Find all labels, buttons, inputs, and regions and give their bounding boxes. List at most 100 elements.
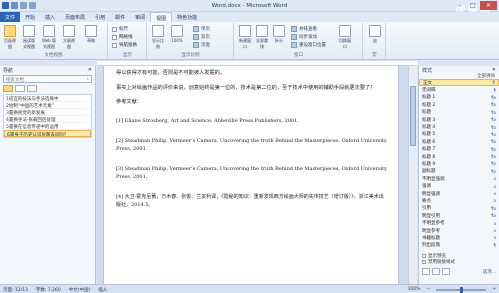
outline-button[interactable]: 大纲视图 — [62, 25, 76, 50]
style-item[interactable]: 不明显参考 a — [419, 219, 499, 227]
style-item[interactable]: 要点 a — [419, 197, 499, 204]
style-item[interactable]: 无间隔 ¶ — [419, 86, 499, 94]
minimize-button[interactable]: – — [454, 1, 466, 10]
options-link[interactable]: 选项... — [483, 269, 496, 275]
split-button[interactable]: 拆分 — [272, 25, 286, 44]
zoom-in-icon[interactable]: + — [492, 287, 496, 292]
tab-pages[interactable] — [15, 85, 25, 92]
style-name: 要点 — [422, 198, 431, 204]
style-item[interactable]: 明显强调 a — [419, 190, 499, 197]
reset-window-button[interactable]: 重设窗口位置 — [291, 42, 326, 48]
manage-styles-icon[interactable] — [442, 268, 450, 275]
style-name: 无间隔 — [422, 88, 436, 94]
vertical-scrollbar[interactable] — [408, 66, 417, 284]
language[interactable]: 中文(中国) — [69, 287, 91, 293]
page-count[interactable]: 页面: 13/13 — [3, 287, 28, 293]
print-layout-button[interactable]: 页面视图 — [3, 25, 17, 50]
disable-linked-checkbox[interactable]: 禁用链接样式 — [422, 259, 455, 265]
style-item[interactable]: 明显参考 a — [419, 227, 499, 234]
scroll-thumb[interactable] — [410, 86, 416, 146]
reading-layout-button[interactable]: 阅读版式视图 — [22, 25, 36, 50]
heading-item[interactable]: 2绘制“中国的艺术元素” — [4, 102, 91, 109]
style-item[interactable]: 标题 7 ¶a — [419, 146, 499, 153]
word-count[interactable]: 字数: 7,260 — [36, 287, 61, 293]
tab-headings[interactable] — [3, 85, 13, 92]
nav-search-input[interactable]: 搜索文档 ⌕ — [3, 75, 92, 83]
close-icon[interactable]: ✕ — [492, 67, 496, 73]
heading-item[interactable]: 1适宜的技法与手法选择中 — [4, 95, 91, 102]
gridlines-checkbox[interactable]: 网格线 — [112, 34, 133, 40]
heading-item[interactable]: 6置身于历史认识层面去问吗？ — [4, 130, 91, 137]
zoom-out-icon[interactable]: − — [426, 287, 430, 292]
ribbon-tabs: 文件 开始 插入 页面布局 引用 邮件 审阅 视图 特色功能 — [0, 12, 499, 22]
style-item[interactable]: 不明显强调 a — [419, 175, 499, 182]
new-style-icon[interactable] — [422, 268, 430, 275]
search-icon[interactable]: ⌕ — [86, 76, 89, 82]
style-inspector-icon[interactable] — [432, 268, 440, 275]
tab-3[interactable]: 页面布局 — [60, 12, 90, 22]
checkbox-icon — [112, 26, 117, 32]
style-item[interactable]: 标题 1 ¶a — [419, 94, 499, 101]
style-item[interactable]: 标题 3 ¶a — [419, 116, 499, 123]
style-item[interactable]: 强调 a — [419, 182, 499, 190]
heading-item[interactable]: 5置换在信息传递中的运用 — [4, 123, 91, 130]
tab-4[interactable]: 引用 — [90, 12, 110, 22]
heading-item[interactable]: 3置换视觉的新发展 — [4, 109, 91, 116]
style-item[interactable]: 标题 ¶a — [419, 109, 499, 116]
zoom-slider[interactable] — [436, 286, 487, 293]
style-item[interactable]: 标题 8 ¶a — [419, 153, 499, 160]
styles-buttons — [422, 268, 450, 275]
style-item[interactable]: 标题 6 ¶a — [419, 138, 499, 145]
style-item[interactable]: 列出段落 ¶ — [419, 242, 499, 249]
sync-scroll-button[interactable]: 同步滚动 — [291, 34, 317, 40]
tab-2[interactable]: 插入 — [40, 12, 60, 22]
zoom-level[interactable]: 100% — [408, 287, 421, 292]
style-type-icon: ¶a — [491, 117, 496, 123]
draft-button[interactable]: 草稿 — [84, 25, 98, 44]
tab-5[interactable]: 邮件 — [110, 12, 130, 22]
style-item[interactable]: 正文 ¶ — [419, 79, 499, 87]
close-button[interactable]: ✕ — [480, 1, 497, 10]
style-item[interactable]: 书籍标题 a — [419, 234, 499, 241]
style-item[interactable]: 引用 ¶a — [419, 205, 499, 212]
nav-pane-checkbox[interactable]: 导航窗格 — [112, 42, 137, 48]
one-page-button[interactable]: 单页 — [193, 26, 210, 32]
zoom-thumb[interactable] — [459, 286, 463, 293]
tab-results[interactable] — [27, 85, 37, 92]
maximize-button[interactable]: □ — [467, 1, 479, 10]
page-width-button[interactable]: 页宽 — [193, 42, 210, 48]
arrange-all-button[interactable]: 全部重排 — [255, 25, 269, 50]
ruler-checkbox[interactable]: 标尺 — [112, 26, 128, 32]
style-item[interactable]: 标题 5 ¶a — [419, 131, 499, 138]
tab-0[interactable]: 文件 — [0, 12, 21, 22]
styles-options: 显示预览 禁用链接样式 — [422, 253, 455, 265]
side-by-side-button[interactable]: 并排查看 — [291, 26, 317, 32]
style-item[interactable]: 标题 9 ¶a — [419, 160, 499, 167]
status-bar: 页面: 13/13 字数: 7,260 中文(中国) 插入 100% − + — [0, 284, 499, 293]
checkbox-icon — [422, 260, 426, 264]
tab-8[interactable]: 特色功能 — [172, 12, 202, 22]
document-page[interactable]: 得以获得才有可能，否则是不可能被人发掘的。 事实上对绘画作品的评价来说，创意始终… — [103, 66, 399, 284]
styles-pane: 样式 ✕ 全部清除 正文 ¶ 无间隔 ¶ 标题 1 ¶a 标题 2 ¶a 标题 ¶a 标题 3 ¶a 标… — [418, 66, 499, 284]
two-pages-button[interactable]: 双页 — [193, 34, 210, 40]
switch-window-button[interactable]: 切换窗口 — [338, 25, 352, 50]
style-item[interactable]: 副标题 ¶a — [419, 168, 499, 175]
macro-button[interactable]: 宏 — [368, 25, 382, 44]
navigation-pane: 导航 ✕ 搜索文档 ⌕ 1适宜的技法与手法选择中 2绘制“中国的艺术元素” 3置换视… — [0, 66, 96, 284]
zoom-button[interactable]: 显示比例 — [151, 25, 165, 50]
web-layout-button[interactable]: Web 版式视图 — [42, 25, 56, 50]
heading-item[interactable]: 4置换手法-张载回后处理 — [4, 116, 91, 123]
reference-item: [1] Eliane Strosberg, Art and Science, A… — [116, 117, 299, 124]
insert-mode[interactable]: 插入 — [98, 287, 107, 293]
style-name: 标题 4 — [422, 125, 436, 131]
style-item[interactable]: 标题 4 ¶a — [419, 123, 499, 131]
styles-list: 正文 ¶ 无间隔 ¶ 标题 1 ¶a 标题 2 ¶a 标题 ¶a 标题 3 ¶a 标题 4 ¶a 标题 5 ¶… — [419, 79, 499, 249]
tab-6[interactable]: 审阅 — [130, 12, 150, 22]
tab-7[interactable]: 视图 — [150, 12, 173, 22]
zoom-100-button[interactable]: 100% — [170, 25, 184, 43]
tab-1[interactable]: 开始 — [20, 12, 40, 22]
style-item[interactable]: 明显引用 ¶a — [419, 212, 499, 219]
close-icon[interactable]: ✕ — [88, 67, 92, 73]
style-item[interactable]: 标题 2 ¶a — [419, 101, 499, 108]
new-window-button[interactable]: 新建窗口 — [238, 25, 252, 50]
